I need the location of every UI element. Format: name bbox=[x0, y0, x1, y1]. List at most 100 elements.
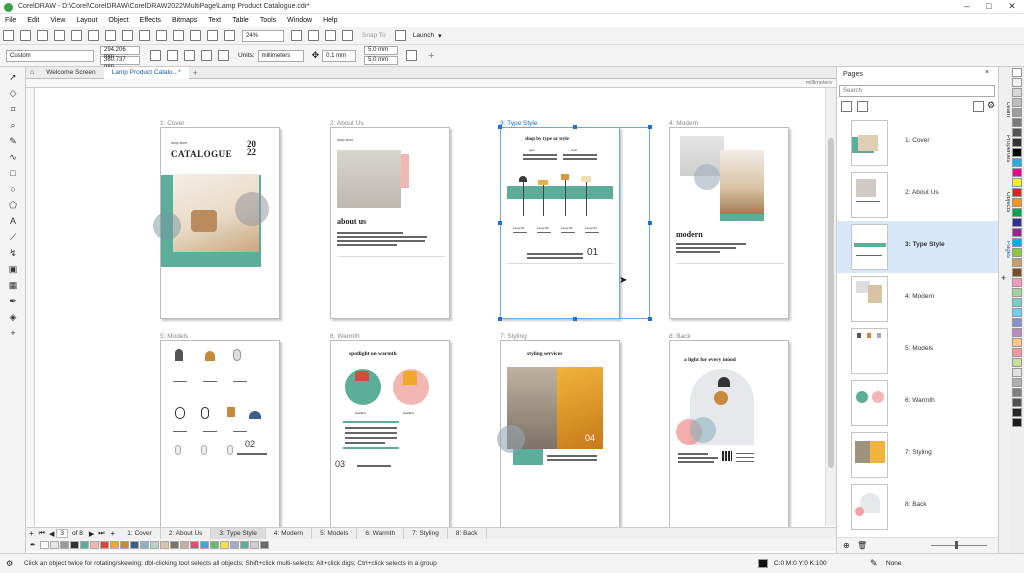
page-tab-6[interactable]: 6: Warmth bbox=[357, 527, 405, 540]
menu-effects[interactable]: Effects bbox=[140, 17, 161, 24]
drop-shadow-icon[interactable]: ▣ bbox=[7, 263, 19, 275]
selection-handle[interactable] bbox=[573, 125, 577, 129]
palette-swatch[interactable] bbox=[1012, 348, 1022, 357]
page-tab-1[interactable]: 1: Cover bbox=[119, 527, 161, 540]
palette-swatch[interactable] bbox=[1012, 88, 1022, 97]
color-swatch[interactable] bbox=[129, 541, 139, 549]
menu-tools[interactable]: Tools bbox=[260, 17, 276, 24]
palette-swatch[interactable] bbox=[1012, 378, 1022, 387]
selection-handle[interactable] bbox=[648, 125, 652, 129]
palette-swatch[interactable] bbox=[1012, 68, 1022, 77]
docker-page-item[interactable]: 6: Warmth bbox=[837, 377, 999, 429]
page-width-input[interactable]: 294.206 mm bbox=[100, 46, 140, 60]
palette-swatch[interactable] bbox=[1012, 288, 1022, 297]
color-swatch[interactable] bbox=[179, 541, 189, 549]
page-3-type-style[interactable]: shop by type or style type style Lamp 01… bbox=[500, 127, 620, 319]
color-swatch[interactable] bbox=[209, 541, 219, 549]
palette-swatch[interactable] bbox=[1012, 308, 1022, 317]
palette-swatch[interactable] bbox=[1012, 168, 1022, 177]
color-swatch[interactable] bbox=[169, 541, 179, 549]
show-grid-icon[interactable] bbox=[325, 30, 336, 41]
docker-page-item[interactable]: 2: About Us bbox=[837, 169, 999, 221]
color-swatch[interactable] bbox=[259, 541, 269, 549]
tab-welcome-screen[interactable]: Welcome Screen bbox=[38, 67, 103, 79]
add-page-icon[interactable] bbox=[841, 101, 852, 112]
first-page-icon[interactable]: ⏮ bbox=[37, 530, 47, 538]
minimize-icon[interactable]: – bbox=[958, 0, 976, 13]
add-icon[interactable]: + bbox=[428, 50, 434, 62]
fill-swatch[interactable] bbox=[758, 559, 768, 568]
palette-swatch[interactable] bbox=[1012, 338, 1022, 347]
color-swatch[interactable] bbox=[199, 541, 209, 549]
new-tab-icon[interactable]: + bbox=[189, 68, 202, 78]
page-tab-3[interactable]: 3: Type Style bbox=[211, 527, 266, 540]
tab-lamp-product-catalogue[interactable]: Lamp Product Catalo...* bbox=[103, 66, 189, 79]
copy-icon[interactable] bbox=[105, 30, 116, 41]
palette-swatch[interactable] bbox=[1012, 208, 1022, 217]
zoom-tool-icon[interactable]: ⌕ bbox=[7, 119, 19, 131]
current-page-number[interactable]: 3 bbox=[56, 529, 68, 538]
search-content-icon[interactable] bbox=[173, 30, 184, 41]
menu-table[interactable]: Table bbox=[232, 17, 249, 24]
color-swatch[interactable] bbox=[49, 541, 59, 549]
pick-tool-icon[interactable]: ➚ bbox=[7, 71, 19, 83]
page-tab-7[interactable]: 7: Styling bbox=[404, 527, 448, 540]
delete-icon[interactable]: 🗑 bbox=[857, 541, 867, 550]
color-swatch[interactable] bbox=[89, 541, 99, 549]
palette-swatch[interactable] bbox=[1012, 268, 1022, 277]
add-page-icon[interactable]: ⊕ bbox=[843, 541, 850, 550]
palette-swatch[interactable] bbox=[1012, 198, 1022, 207]
page-height-input[interactable]: 380.737 mm bbox=[100, 56, 140, 70]
color-swatch[interactable] bbox=[69, 541, 79, 549]
menu-window[interactable]: Window bbox=[287, 17, 312, 24]
color-swatch[interactable] bbox=[189, 541, 199, 549]
show-guidelines-icon[interactable] bbox=[342, 30, 353, 41]
palette-swatch[interactable] bbox=[1012, 418, 1022, 427]
open-icon[interactable] bbox=[20, 30, 31, 41]
palette-swatch[interactable] bbox=[1012, 388, 1022, 397]
vertical-scrollbar[interactable] bbox=[825, 88, 836, 526]
menu-bitmaps[interactable]: Bitmaps bbox=[172, 17, 197, 24]
page-dimension-icon[interactable] bbox=[150, 50, 161, 61]
color-swatch[interactable] bbox=[219, 541, 229, 549]
interactive-fill-icon[interactable]: ◈ bbox=[7, 311, 19, 323]
selection-handle[interactable] bbox=[498, 221, 502, 225]
page-6-warmth[interactable]: spotlight on warmth headline headline 03 bbox=[330, 340, 450, 532]
export-arrow-icon[interactable] bbox=[207, 30, 218, 41]
selection-handle[interactable] bbox=[498, 317, 502, 321]
selection-handle[interactable] bbox=[648, 221, 652, 225]
new-document-icon[interactable] bbox=[3, 30, 14, 41]
color-swatch[interactable] bbox=[159, 541, 169, 549]
page-8-back[interactable]: a light for every mood bbox=[669, 340, 789, 532]
palette-swatch[interactable] bbox=[1012, 298, 1022, 307]
palette-swatch[interactable] bbox=[1012, 118, 1022, 127]
docker-page-item[interactable]: 1: Cover bbox=[837, 117, 999, 169]
color-swatch[interactable] bbox=[99, 541, 109, 549]
zoom-slider-thumb[interactable] bbox=[955, 541, 958, 549]
docker-page-item[interactable]: 8: Back bbox=[837, 481, 999, 533]
palette-swatch[interactable] bbox=[1012, 158, 1022, 167]
horizontal-ruler[interactable]: millimeters bbox=[26, 79, 836, 88]
selection-handle[interactable] bbox=[648, 317, 652, 321]
zoom-slider-track[interactable] bbox=[931, 545, 987, 546]
rectangle-tool-icon[interactable]: □ bbox=[7, 167, 19, 179]
outline-pen-icon[interactable]: ✎ bbox=[870, 558, 878, 569]
import-icon[interactable] bbox=[54, 30, 65, 41]
add-docker-icon[interactable]: + bbox=[1001, 273, 1006, 283]
page-preset-select[interactable]: Custom bbox=[6, 49, 94, 62]
last-page-icon[interactable]: ⏭ bbox=[96, 530, 106, 538]
connector-tool-icon[interactable]: ↯ bbox=[7, 247, 19, 259]
page-4-modern[interactable]: modern bbox=[669, 127, 789, 319]
palette-swatch[interactable] bbox=[1012, 258, 1022, 267]
ellipse-tool-icon[interactable]: ○ bbox=[7, 183, 19, 195]
color-swatch[interactable] bbox=[119, 541, 129, 549]
menu-layout[interactable]: Layout bbox=[76, 17, 97, 24]
palette-swatch[interactable] bbox=[1012, 238, 1022, 247]
selection-handle[interactable] bbox=[498, 125, 502, 129]
polygon-tool-icon[interactable]: ⬠ bbox=[7, 199, 19, 211]
shape-tool-icon[interactable]: ◇ bbox=[7, 87, 19, 99]
drawing-canvas[interactable]: 1: Cover lamp store CATALOGUE 20 22 2: A… bbox=[35, 88, 825, 532]
nudge-distance-input[interactable]: 0.1 mm bbox=[322, 49, 357, 62]
home-icon[interactable]: ⌂ bbox=[26, 69, 38, 76]
menu-object[interactable]: Object bbox=[108, 17, 128, 24]
